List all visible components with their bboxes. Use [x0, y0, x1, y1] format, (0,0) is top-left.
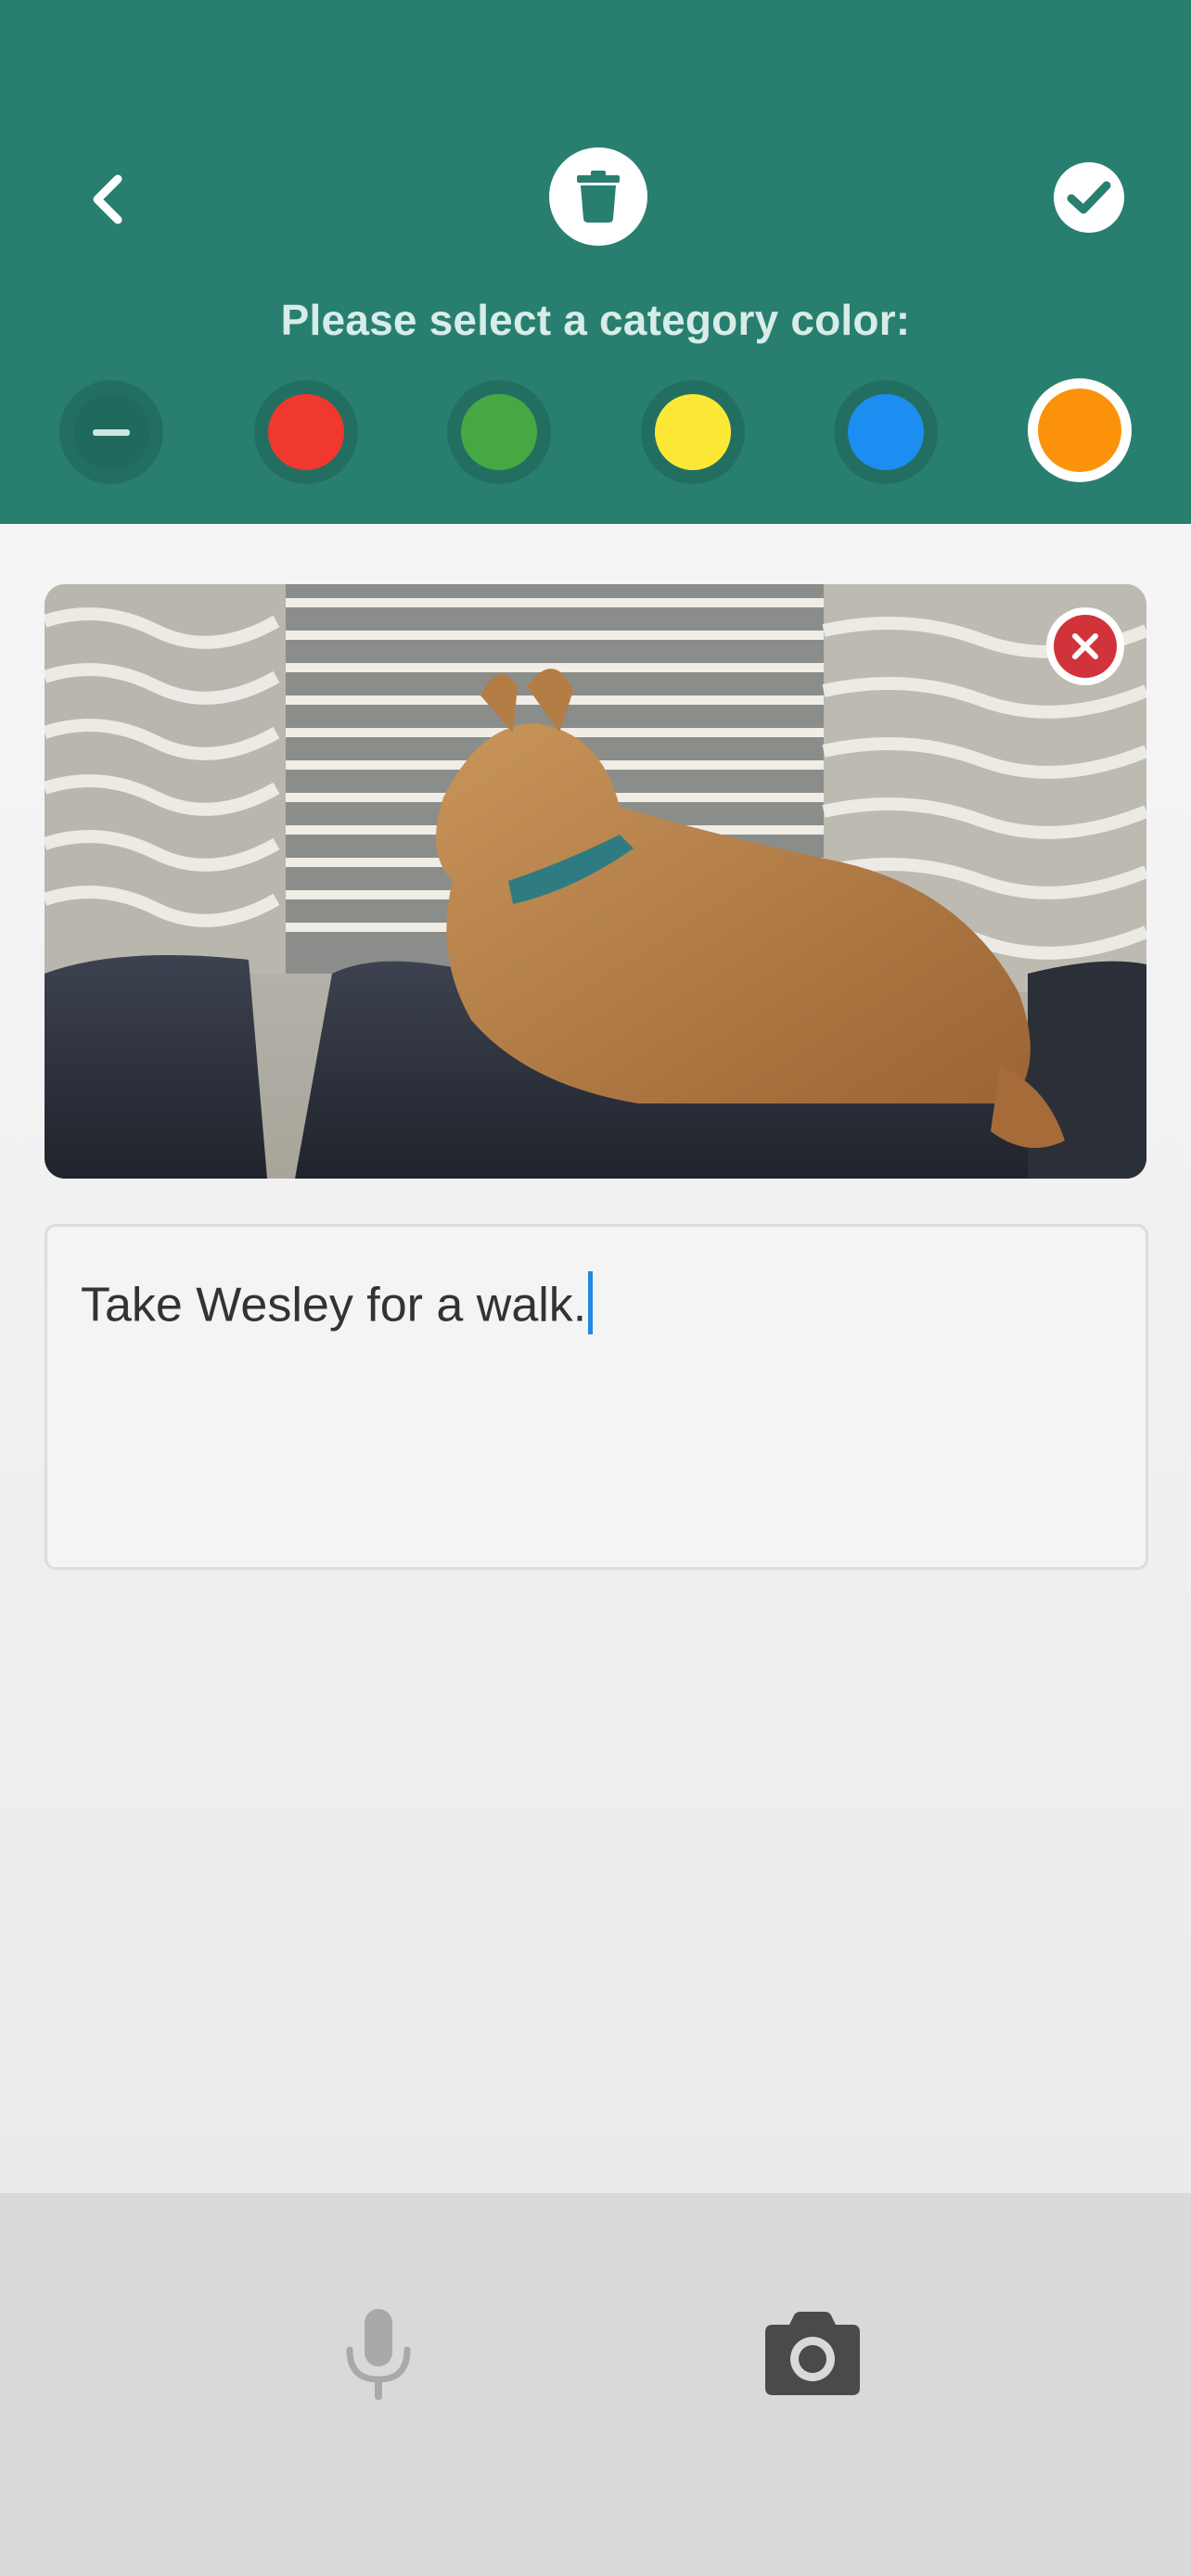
microphone-button[interactable]	[334, 2300, 423, 2411]
trash-icon	[577, 171, 620, 223]
confirm-button[interactable]	[1054, 162, 1124, 233]
color-swatch-none[interactable]	[59, 380, 163, 484]
chevron-left-icon	[93, 174, 122, 224]
delete-button[interactable]	[549, 147, 647, 246]
microphone-icon	[346, 2309, 411, 2400]
back-button[interactable]	[65, 158, 148, 241]
note-text-field[interactable]: Take Wesley for a walk.	[45, 1224, 1148, 1570]
color-swatch-green[interactable]	[447, 380, 551, 484]
remove-photo-button[interactable]	[1046, 607, 1124, 685]
no-color-icon	[73, 394, 149, 470]
note-text-value: Take Wesley for a walk.	[81, 1278, 587, 1333]
camera-button[interactable]	[761, 2304, 864, 2401]
color-swatch-blue[interactable]	[834, 380, 938, 484]
color-swatch-red[interactable]	[254, 380, 358, 484]
bottom-toolbar	[0, 2193, 1191, 2576]
color-prompt-label: Please select a category color:	[280, 296, 911, 344]
color-swatch-yellow[interactable]	[641, 380, 745, 484]
dog-photo-illustration	[45, 584, 1146, 1179]
color-swatch-orange-selected[interactable]	[1028, 378, 1132, 482]
header-bar: Please select a category color:	[0, 0, 1191, 524]
close-icon	[1072, 633, 1098, 659]
attached-photo	[45, 584, 1146, 1179]
check-icon	[1067, 181, 1111, 214]
camera-icon	[765, 2312, 860, 2395]
text-cursor	[588, 1271, 594, 1334]
